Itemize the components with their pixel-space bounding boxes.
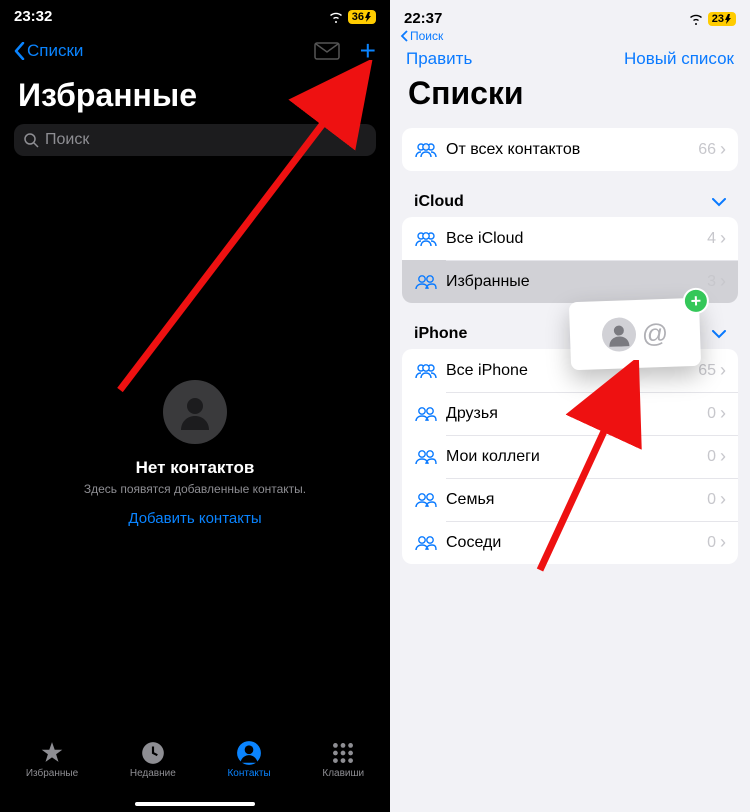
tab-favorites[interactable]: Избранные (26, 740, 78, 779)
tab-contacts[interactable]: Контакты (227, 740, 270, 779)
row-count: 4 (707, 230, 720, 248)
row-label: Избранные (446, 273, 530, 291)
person-icon (236, 740, 262, 766)
chevron-left-icon (14, 42, 25, 60)
wifi-icon (688, 13, 704, 25)
list-row[interactable]: Соседи 0› (402, 521, 738, 564)
section-title: iCloud (414, 193, 464, 211)
row-count: 0 (707, 405, 720, 423)
list-row[interactable]: Семья 0› (402, 478, 738, 521)
chevron-right-icon: › (720, 360, 726, 381)
tab-keypad[interactable]: Клавиши (322, 740, 364, 779)
empty-subtitle: Здесь появятся добавленные контакты. (20, 482, 370, 496)
star-icon (39, 740, 65, 766)
tab-bar: Избранные Недавние Контакты Клавиши (0, 734, 390, 812)
row-count: 0 (707, 491, 720, 509)
status-icons: 23 (688, 12, 736, 26)
group2-icon (414, 535, 438, 551)
section-header[interactable]: iCloud (390, 193, 750, 217)
group2-icon (414, 449, 438, 465)
clock-icon (140, 740, 166, 766)
new-list-button[interactable]: Новый список (624, 49, 734, 69)
chevron-right-icon: › (720, 139, 726, 160)
search-input[interactable]: Поиск (14, 124, 376, 156)
list-row[interactable]: Мои коллеги 0› (402, 435, 738, 478)
chevron-right-icon: › (720, 446, 726, 467)
status-bar: 22:37 23 (390, 0, 750, 29)
chevron-left-icon (400, 30, 408, 42)
keypad-icon (330, 740, 356, 766)
chevron-right-icon: › (720, 403, 726, 424)
status-time: 23:32 (14, 8, 52, 25)
list-group: Все iPhone65›Друзья0›Мои коллеги0›Семья0… (402, 349, 738, 564)
page-title: Списки (390, 69, 750, 128)
row-label: Друзья (446, 405, 498, 423)
search-back[interactable]: Поиск (390, 29, 750, 47)
group3-icon (414, 363, 438, 379)
left-screenshot: 23:32 36 Списки + Избранные Поиск Нет ко… (0, 0, 390, 812)
status-bar: 23:32 36 (0, 0, 390, 27)
home-indicator (135, 802, 255, 806)
right-screenshot: 22:37 23 Поиск Править Новый список Спис… (390, 0, 750, 812)
nav-bar: Править Новый список (390, 47, 750, 69)
battery-badge: 36 (348, 10, 376, 24)
nav-bar: Списки + (0, 27, 390, 71)
search-icon (24, 133, 39, 148)
group-all: От всех контактов 66 › (402, 128, 738, 171)
row-label: Все iPhone (446, 362, 528, 380)
group2-icon (414, 492, 438, 508)
chevron-right-icon: › (720, 532, 726, 553)
chevron-down-icon (712, 330, 726, 339)
chevron-down-icon (712, 198, 726, 207)
chevron-right-icon: › (720, 228, 726, 249)
row-label: Семья (446, 491, 494, 509)
section-title: iPhone (414, 325, 467, 343)
chevron-right-icon: › (720, 271, 726, 292)
group3-icon (414, 231, 438, 247)
row-count: 3 (707, 273, 720, 291)
row-label: Мои коллеги (446, 448, 540, 466)
row-count: 0 (707, 448, 720, 466)
list-row[interactable]: Все iCloud 4› (402, 217, 738, 260)
tab-recents[interactable]: Недавние (130, 740, 176, 779)
dragged-contact-card[interactable]: + @ (569, 298, 701, 370)
row-all-contacts[interactable]: От всех контактов 66 › (402, 128, 738, 171)
page-title: Избранные (0, 71, 390, 124)
chevron-right-icon: › (720, 489, 726, 510)
group3-icon (414, 142, 438, 158)
battery-badge: 23 (708, 12, 736, 26)
row-count: 66 (698, 141, 720, 159)
add-contacts-link[interactable]: Добавить контакты (128, 510, 261, 527)
row-count: 65 (698, 362, 720, 380)
group2-icon (414, 274, 438, 290)
at-icon: @ (641, 317, 668, 349)
wifi-icon (328, 11, 344, 23)
add-button[interactable]: + (360, 37, 376, 65)
list-row[interactable]: Друзья 0› (402, 392, 738, 435)
edit-button[interactable]: Править (406, 49, 472, 69)
empty-state: Нет контактов Здесь появятся добавленные… (0, 380, 390, 528)
back-button[interactable]: Списки (14, 41, 83, 61)
row-label: Все iCloud (446, 230, 523, 248)
mail-icon[interactable] (314, 42, 340, 60)
empty-title: Нет контактов (20, 458, 370, 478)
avatar-placeholder-icon (163, 380, 227, 444)
row-count: 0 (707, 534, 720, 552)
status-time: 22:37 (404, 10, 442, 27)
status-icons: 36 (328, 10, 376, 24)
avatar-icon (601, 317, 636, 352)
row-label: Соседи (446, 534, 501, 552)
group2-icon (414, 406, 438, 422)
row-label: От всех контактов (446, 141, 580, 159)
